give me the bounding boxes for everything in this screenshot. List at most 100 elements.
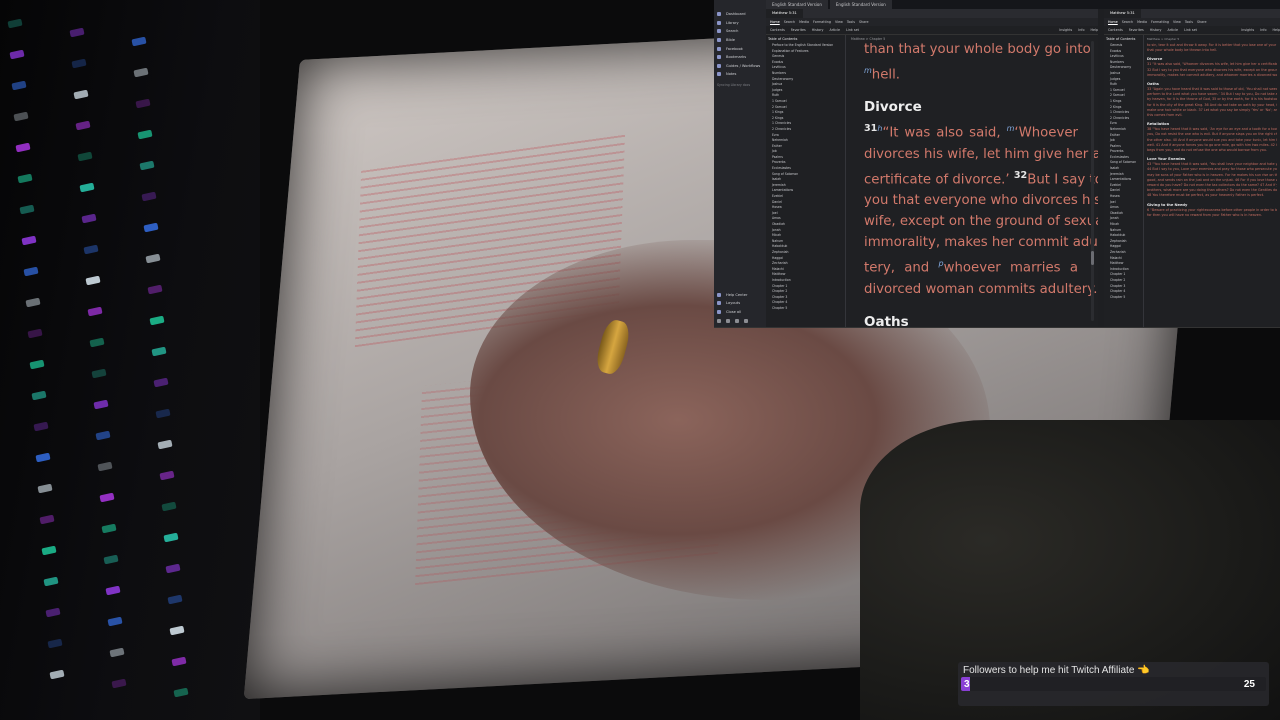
keyboard-key-light (77, 151, 93, 162)
toolbar-history-button[interactable]: History (812, 28, 824, 32)
menu-formatting[interactable]: Formatting (813, 20, 831, 24)
toolbar-info-button-secondary[interactable]: Info (1260, 28, 1266, 32)
verse-text: ‘Whoever (1014, 125, 1078, 141)
account-icon[interactable] (744, 319, 748, 323)
menu-home[interactable]: Home (770, 20, 780, 24)
sidebar-item-guides-workflows[interactable]: Guides / Workflows (714, 62, 766, 71)
tab-secondary[interactable]: English Standard Version (829, 0, 892, 9)
verse-line: you that everyone who divorces his (864, 190, 1098, 211)
toolbar-favorites-button-secondary[interactable]: Favorites (1129, 28, 1144, 32)
keyboard-key-light (143, 222, 159, 233)
menu-view[interactable]: View (835, 20, 843, 24)
menu-share-secondary[interactable]: Share (1197, 20, 1207, 24)
mini-verse-line: 44 But I say to you, Love your enemies a… (1147, 167, 1277, 172)
sidebar-item-notes[interactable]: Notes (714, 70, 766, 79)
shopping-icon[interactable] (735, 319, 739, 323)
breadcrumb-secondary[interactable]: Matthew > Chapter 5 (1147, 37, 1277, 41)
secondary-text-view: Matthew > Chapter 5 to sin, tear it out … (1147, 35, 1277, 327)
keyboard-key-light (95, 430, 111, 441)
keyboard-key-light (165, 563, 181, 574)
close-icon (717, 309, 721, 314)
sidebar-item-search[interactable]: Search (714, 27, 766, 36)
toolbar-contents-button-secondary[interactable]: Contents (1108, 28, 1123, 32)
keyboard-key-light (87, 306, 103, 317)
keyboard-key-light (83, 244, 99, 255)
layouts-icon (717, 301, 721, 306)
keyboard-key-light (173, 687, 189, 698)
sidebar-item-library[interactable]: Library (714, 19, 766, 28)
menu-search[interactable]: Search (784, 20, 795, 24)
keyboard-key-light (139, 160, 155, 171)
keyboard-key-light (97, 461, 113, 472)
secondary-reader-pane: Matthew 5:31 Home Search Media Formatting Vi… (1104, 9, 1280, 327)
toolbar-help-button[interactable]: Help (1090, 28, 1098, 32)
tab-main[interactable]: English Standard Version (766, 0, 828, 9)
mini-verse-line: that your whole body be thrown into hell… (1147, 48, 1218, 53)
sidebar-item-facebook[interactable]: Facebook (714, 44, 766, 53)
layouts-link[interactable]: Layouts (714, 299, 766, 308)
reader-toolbar: Contents Favorites History Article Link set I… (766, 26, 1098, 35)
keyboard-key-light (31, 390, 47, 401)
cross-reference-link[interactable]: m (864, 66, 872, 75)
pane-tabs-secondary: Matthew 5:31 (1104, 9, 1280, 18)
toolbar-link-set-button-secondary[interactable]: Link set (1184, 28, 1197, 32)
sync-icon[interactable] (726, 319, 730, 323)
verse-text: divorced woman commits adultery. (864, 281, 1098, 297)
keyboard-key-light (37, 483, 53, 494)
home-icon (717, 12, 721, 17)
menu-formatting-secondary[interactable]: Formatting (1151, 20, 1169, 24)
toolbar-info-button[interactable]: Info (1078, 28, 1084, 32)
tab-matthew-secondary[interactable]: Matthew 5:31 (1104, 9, 1141, 18)
toolbar-help-button-secondary[interactable]: Help (1272, 28, 1280, 32)
sidebar-item-dashboard[interactable]: Dashboard (714, 10, 766, 19)
verse-text: you that everyone who divorces his (864, 193, 1098, 209)
keyboard-key-light (7, 18, 23, 29)
sidebar-bottom: Help Center Layouts Close all (714, 290, 766, 326)
toolbar-article-button[interactable]: Article (829, 28, 840, 32)
toolbar-insights-button-secondary[interactable]: Insights (1241, 28, 1254, 32)
sidebar-item-bookmarks[interactable]: Bookmarks (714, 53, 766, 62)
mini-verse-line: 48 You therefore must be perfect, as you… (1147, 193, 1265, 198)
settings-icon[interactable] (717, 319, 721, 323)
tab-matthew[interactable]: Matthew 5:31 (766, 9, 803, 18)
mini-verse-line: by heaven, for it is the throne of God, … (1147, 97, 1277, 102)
menu-tools-secondary[interactable]: Tools (1185, 20, 1193, 24)
toolbar-contents-button[interactable]: Contents (770, 28, 785, 32)
toolbar-history-button-secondary[interactable]: History (1150, 28, 1162, 32)
keyboard-key-light (27, 328, 43, 339)
toolbar-insights-button[interactable]: Insights (1059, 28, 1072, 32)
verse-line: immorality, makes her commit adul- (864, 232, 1098, 253)
bible-text-view: Matthew > Chapter 5 than that your whole… (847, 35, 1098, 327)
keyboard-key-light (135, 98, 151, 109)
keyboard-key-light (39, 514, 55, 525)
keyboard-key-light (19, 204, 35, 215)
help-center-link[interactable]: Help Center (714, 290, 766, 299)
toc-item[interactable]: Chapter 5 (768, 306, 845, 312)
scroll-thumb[interactable] (1091, 251, 1094, 265)
mini-verse-line: for then you will have no reward from yo… (1147, 212, 1263, 217)
keyboard-key-light (133, 67, 149, 78)
menu-tools[interactable]: Tools (847, 20, 855, 24)
keyboard-key-light (163, 532, 179, 543)
menu-media[interactable]: Media (799, 20, 809, 24)
window-titlebar: English Standard Version English Standar… (766, 0, 1280, 9)
close-all-link[interactable]: Close all (714, 307, 766, 316)
toolbar-article-button-secondary[interactable]: Article (1167, 28, 1178, 32)
keyboard-key-light (103, 554, 119, 565)
menu-search-secondary[interactable]: Search (1122, 20, 1133, 24)
toolbar-link-set-button[interactable]: Link set (846, 28, 859, 32)
menu-share[interactable]: Share (859, 20, 869, 24)
toolbar-favorites-button[interactable]: Favorites (791, 28, 806, 32)
sidebar-item-bible[interactable]: Bible (714, 36, 766, 45)
book-icon (717, 46, 721, 51)
keyboard-key-light (157, 439, 173, 450)
menu-view-secondary[interactable]: View (1173, 20, 1181, 24)
search-icon (717, 29, 721, 34)
menu-media-secondary[interactable]: Media (1137, 20, 1147, 24)
scrollbar[interactable] (1091, 41, 1094, 321)
keyboard-key-light (161, 501, 177, 512)
keyboard-key-light (49, 669, 65, 680)
toc-item[interactable]: Chapter 5 (1106, 295, 1143, 301)
menu-home-secondary[interactable]: Home (1108, 20, 1118, 24)
keyboard-key-light (43, 576, 59, 587)
